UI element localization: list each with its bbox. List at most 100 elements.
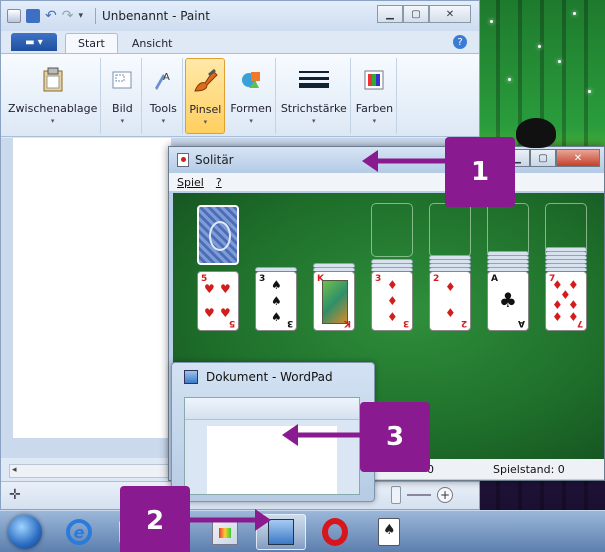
callout-2: 2 [120, 486, 190, 552]
clipboard-icon [37, 64, 69, 96]
close-button[interactable]: ✕ [556, 149, 600, 167]
group-farben[interactable]: Farben ▾ [353, 58, 398, 134]
group-label: Strichstärke [280, 102, 347, 115]
thumbnail-header: Dokument - WordPad [172, 363, 374, 391]
ribbon: Zwischenablage ▾ Bild ▾ A Tools ▾ Pinsel… [1, 53, 479, 137]
title-separator [95, 8, 96, 24]
score-display: Spielstand: 0 [493, 462, 565, 476]
qat-dropdown-icon[interactable]: ▾ [78, 11, 83, 21]
close-button[interactable]: ✕ [429, 5, 471, 23]
chevron-down-icon: ▾ [120, 117, 125, 125]
redo-icon[interactable]: ↷ [62, 8, 74, 24]
taskbar-opera[interactable] [310, 514, 360, 550]
callout-arrow-3 [282, 424, 366, 446]
group-formen[interactable]: Formen ▾ [227, 58, 276, 134]
taskbar-internet-explorer[interactable]: e [54, 514, 104, 550]
card-king-hearts[interactable]: K K [313, 271, 355, 331]
solitaire-icon [378, 518, 400, 546]
group-label: Bild [112, 102, 133, 115]
drawing-canvas[interactable] [13, 138, 171, 438]
maximize-icon: ▢ [411, 8, 421, 20]
paint-window-controls: ▁ ▢ ✕ [377, 5, 471, 23]
stock-pile[interactable] [197, 205, 239, 265]
menu-icon: ▬ ▾ [25, 36, 43, 48]
group-label: Pinsel [189, 103, 222, 116]
chevron-down-icon: ▾ [161, 117, 166, 125]
taskbar-solitaire[interactable] [364, 514, 414, 550]
ribbon-tabs: ▬ ▾ Start Ansicht ? [1, 31, 479, 53]
paint-titlebar[interactable]: ↶ ↷ ▾ Unbenannt - Paint ▁ ▢ ✕ [1, 1, 479, 31]
tab-start[interactable]: Start [65, 33, 118, 53]
callout-arrow-2 [185, 509, 271, 531]
group-tools[interactable]: A Tools ▾ [144, 58, 184, 134]
close-icon: ✕ [573, 152, 583, 164]
help-icon[interactable]: ? [453, 35, 467, 49]
card-ace-clubs[interactable]: A ♣ A [487, 271, 529, 331]
chevron-down-icon: ▾ [249, 117, 253, 125]
chevron-down-icon: ▾ [50, 117, 55, 125]
zoom-slider-thumb[interactable] [391, 486, 401, 504]
group-label: Farben [355, 102, 394, 115]
maximize-icon: ▢ [538, 152, 548, 164]
chevron-down-icon: ▾ [372, 117, 377, 125]
maximize-button[interactable]: ▢ [403, 5, 429, 23]
menu-item-help[interactable]: ? [216, 176, 222, 189]
callout-1: 1 [445, 137, 515, 207]
group-pinsel[interactable]: Pinsel ▾ [185, 58, 226, 134]
paint-menu-button[interactable]: ▬ ▾ [11, 33, 57, 51]
paint-app-icon[interactable] [7, 9, 21, 23]
chevron-down-icon: ▾ [312, 117, 316, 125]
group-bild[interactable]: Bild ▾ [103, 58, 143, 134]
taskbar: e [0, 510, 605, 552]
group-label: Formen [230, 102, 272, 115]
zoom-in-icon[interactable]: + [437, 487, 453, 503]
shapes-icon [235, 64, 267, 96]
solitaire-window-controls: ▁ ▢ ✕ [504, 149, 600, 167]
tools-icon: A [147, 64, 179, 96]
callout-arrow-1 [362, 150, 446, 172]
svg-text:A: A [163, 72, 170, 83]
menu-item-spiel[interactable]: Spiel [177, 176, 204, 189]
group-zwischenablage[interactable]: Zwischenablage ▾ [5, 58, 102, 134]
foundation-slot[interactable] [371, 203, 413, 257]
close-icon: ✕ [445, 8, 455, 20]
tree-silhouette [516, 118, 556, 148]
wordpad-thumbnail-title: Dokument - WordPad [206, 370, 333, 384]
foundation-slot[interactable] [487, 203, 529, 257]
solitaire-window-title: Solitär [195, 153, 234, 167]
save-icon[interactable] [26, 9, 40, 23]
chevron-down-icon: ▾ [203, 118, 208, 126]
start-button[interactable] [8, 515, 42, 549]
horizontal-scrollbar[interactable]: ◂ [9, 464, 171, 478]
opera-icon [322, 518, 348, 546]
colors-icon [358, 64, 390, 96]
callout-3: 3 [360, 402, 430, 472]
quick-access-toolbar: ↶ ↷ ▾ [7, 8, 83, 24]
group-strichstaerke[interactable]: Strichstärke ▾ [278, 58, 351, 134]
card-5-hearts[interactable]: 5 ♥ ♥ ♥ ♥ 5 [197, 271, 239, 331]
foundation-slot[interactable] [429, 203, 471, 257]
card-2-diamonds[interactable]: 2 ♦ ♦ 2 [429, 271, 471, 331]
card-7-diamonds[interactable]: 7 ♦ ♦ ♦ ♦ ♦ ♦ ♦ 7 [545, 271, 587, 331]
minimize-icon: ▁ [386, 8, 394, 20]
zoom-control[interactable]: + [391, 486, 453, 504]
undo-icon[interactable]: ↶ [45, 8, 57, 24]
move-cursor-icon: ✛ [9, 487, 21, 503]
tab-ansicht[interactable]: Ansicht [120, 34, 185, 53]
brush-icon [189, 65, 221, 97]
wordpad-preview-ribbon [185, 398, 359, 420]
zoom-slider-track[interactable] [407, 494, 431, 496]
group-label: Zwischenablage [8, 102, 98, 115]
internet-explorer-icon: e [66, 519, 92, 545]
maximize-button[interactable]: ▢ [530, 149, 556, 167]
minimize-button[interactable]: ▁ [377, 5, 403, 23]
solitaire-app-icon [177, 153, 189, 167]
card-3-diamonds[interactable]: 3 ♦ ♦ ♦ 3 [371, 271, 413, 331]
image-icon [106, 64, 138, 96]
group-label: Tools [149, 102, 177, 115]
line-width-icon [298, 64, 330, 96]
scroll-left-icon[interactable]: ◂ [12, 465, 17, 475]
wordpad-icon [184, 370, 198, 384]
paint-window-title: Unbenannt - Paint [102, 9, 210, 23]
card-3-spades[interactable]: 3 ♠ ♠ ♠ 3 [255, 271, 297, 331]
